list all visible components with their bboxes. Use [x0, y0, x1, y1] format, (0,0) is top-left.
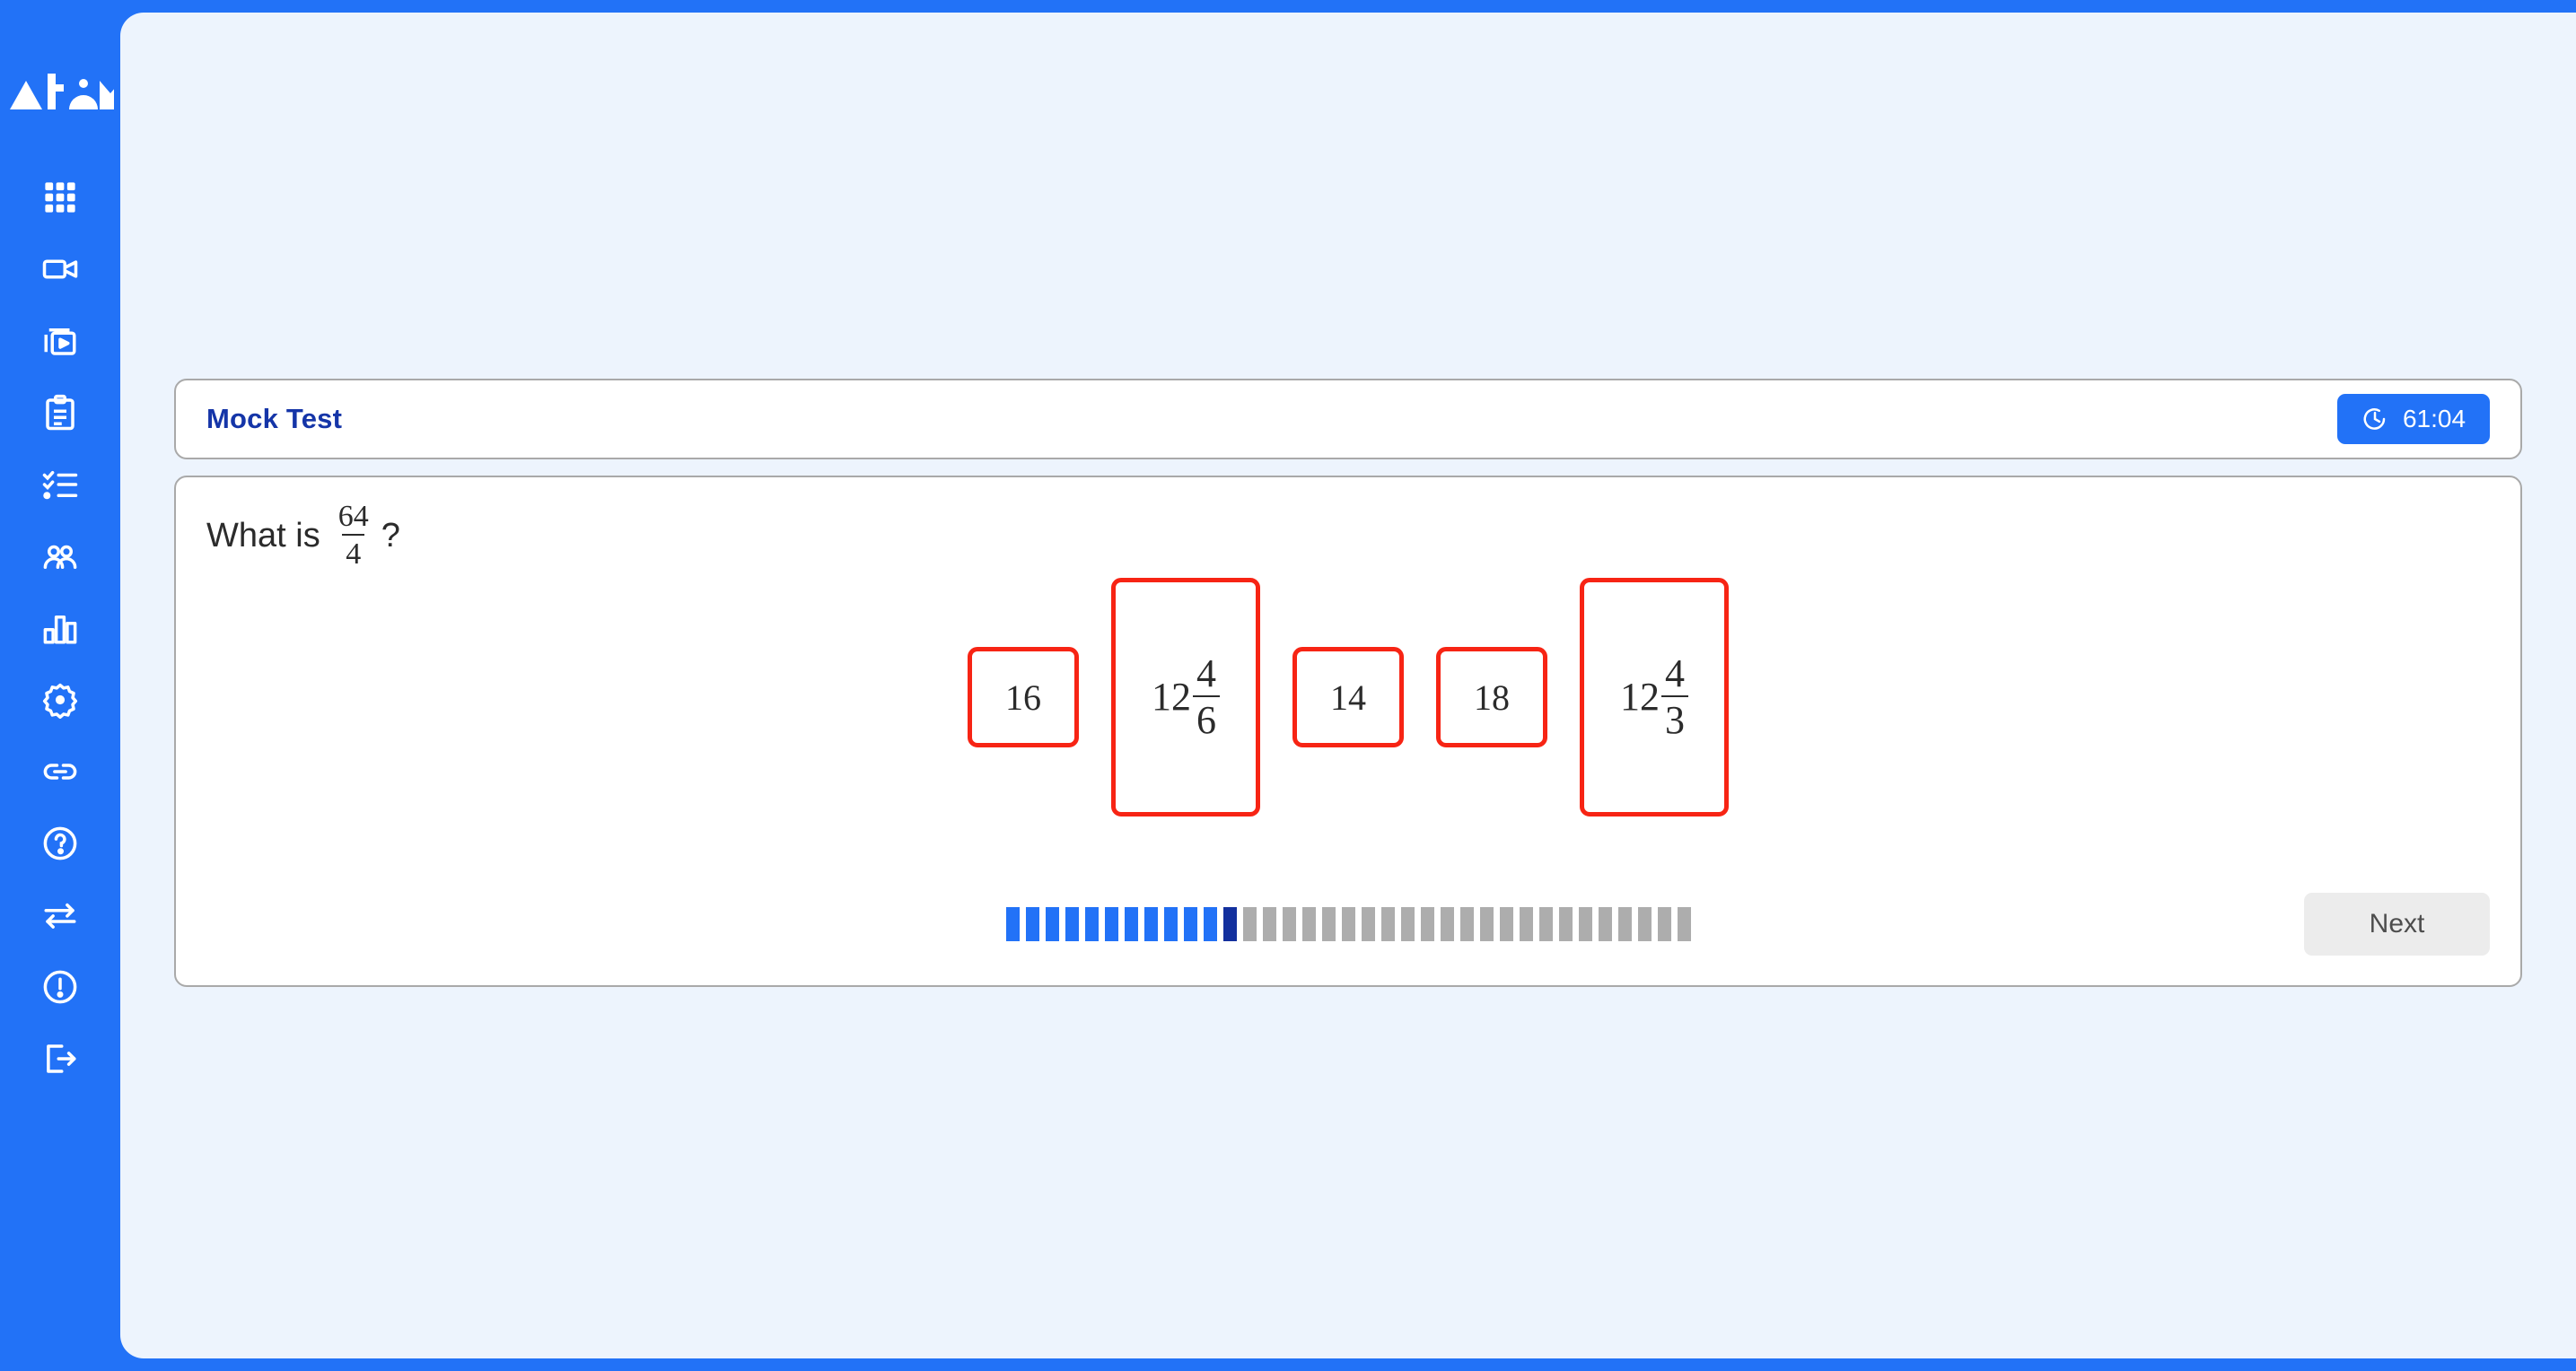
progress-segment[interactable]: [1519, 907, 1533, 941]
video-camera-icon: [42, 259, 78, 279]
sidebar-item-switch[interactable]: [24, 879, 96, 951]
link-icon: [43, 764, 77, 780]
question-footer: Next: [206, 883, 2490, 965]
progress-segment[interactable]: [1420, 907, 1434, 941]
option-fraction: 46: [1193, 654, 1220, 740]
logout-icon: [47, 1044, 76, 1073]
answer-option[interactable]: 12 4 3: [1580, 578, 1729, 816]
question-card: What is 64 4 ? 16 12 4 6 14 18 12 4 3 Next: [174, 476, 2522, 987]
test-header-card: Mock Test 61:04: [174, 379, 2522, 459]
sidebar: [0, 0, 120, 1371]
progress-segment[interactable]: [1361, 907, 1375, 941]
progress-segment[interactable]: [1558, 907, 1573, 941]
option-denominator: 6: [1193, 695, 1220, 740]
sidebar-item-dashboard[interactable]: [24, 162, 96, 233]
app-root: Mock Test 61:04 What is 64 4 ? 16 12 4 6…: [0, 0, 2576, 1371]
mixed-whole: 12: [1152, 675, 1191, 719]
page-title: Mock Test: [206, 403, 343, 434]
progress-segment[interactable]: [1104, 907, 1118, 941]
progress-segment[interactable]: [1677, 907, 1691, 941]
video-library-icon: [44, 328, 76, 355]
progress-segment[interactable]: [1124, 907, 1138, 941]
mixed-whole: 12: [1620, 675, 1660, 719]
question-prefix: What is: [206, 516, 320, 555]
atom-logo[interactable]: [6, 65, 114, 120]
users-icon: [43, 545, 77, 569]
mixed-number: 12 4 3: [1620, 654, 1688, 740]
progress-segment[interactable]: [1005, 907, 1020, 941]
progress-segment[interactable]: [1025, 907, 1039, 941]
option-value: 18: [1474, 677, 1510, 718]
sidebar-item-live-class[interactable]: [24, 233, 96, 305]
progress-segment[interactable]: [1459, 907, 1474, 941]
option-numerator: 4: [1665, 651, 1685, 695]
answer-options: 16 12 4 6 14 18 12 4 3: [176, 558, 2520, 836]
main-panel: Mock Test 61:04 What is 64 4 ? 16 12 4 6…: [120, 13, 2576, 1358]
sidebar-nav: [24, 162, 96, 1095]
progress-segment[interactable]: [1341, 907, 1355, 941]
fraction-numerator: 64: [337, 500, 369, 533]
mixed-number: 12 4 6: [1152, 654, 1220, 740]
sidebar-item-links[interactable]: [24, 736, 96, 808]
sidebar-item-reports[interactable]: [24, 592, 96, 664]
progress-segment[interactable]: [1143, 907, 1158, 941]
gear-icon: [42, 683, 78, 719]
progress-segment[interactable]: [1657, 907, 1671, 941]
answer-option[interactable]: 16: [968, 647, 1079, 747]
grid-icon: [45, 182, 75, 213]
bar-chart-icon: [43, 616, 77, 644]
progress-segment[interactable]: [1479, 907, 1494, 941]
sidebar-item-assignments[interactable]: [24, 377, 96, 449]
timer-value: 61:04: [2402, 405, 2466, 432]
sidebar-item-tasks[interactable]: [24, 449, 96, 520]
answer-option[interactable]: 14: [1292, 647, 1404, 747]
sidebar-item-alerts[interactable]: [24, 951, 96, 1023]
progress-segment[interactable]: [1222, 907, 1237, 941]
progress-segment[interactable]: [1301, 907, 1316, 941]
test-content: Mock Test 61:04 What is 64 4 ? 16 12 4 6…: [174, 379, 2522, 987]
answer-option[interactable]: 12 4 6: [1111, 578, 1260, 816]
progress-segment[interactable]: [1321, 907, 1336, 941]
checklist-icon: [42, 470, 78, 500]
progress-segment[interactable]: [1282, 907, 1296, 941]
clipboard-icon: [46, 394, 74, 431]
option-denominator: 3: [1661, 695, 1688, 740]
progress-segment[interactable]: [1045, 907, 1059, 941]
option-value: 16: [1005, 677, 1041, 718]
alert-circle-icon: [43, 970, 77, 1004]
question-suffix: ?: [381, 516, 400, 555]
progress-segment[interactable]: [1440, 907, 1454, 941]
progress-segment[interactable]: [1617, 907, 1632, 941]
timer-badge[interactable]: 61:04: [2337, 394, 2490, 444]
stopwatch-icon: [2363, 408, 2386, 430]
progress-segment[interactable]: [1380, 907, 1395, 941]
help-circle-icon: [43, 826, 77, 860]
sidebar-item-settings[interactable]: [24, 664, 96, 736]
progress-segment[interactable]: [1499, 907, 1513, 941]
progress-segment[interactable]: [1183, 907, 1197, 941]
sidebar-item-students[interactable]: [24, 520, 96, 592]
option-fraction: 43: [1661, 654, 1688, 740]
progress-segment[interactable]: [1578, 907, 1592, 941]
progress-segment[interactable]: [1163, 907, 1178, 941]
sidebar-item-logout[interactable]: [24, 1023, 96, 1095]
progress-segment[interactable]: [1065, 907, 1079, 941]
progress-segment[interactable]: [1262, 907, 1276, 941]
answer-option[interactable]: 18: [1436, 647, 1547, 747]
progress-segment[interactable]: [1203, 907, 1217, 941]
progress-segment[interactable]: [1084, 907, 1099, 941]
option-value: 14: [1330, 677, 1366, 718]
progress-indicator: [206, 907, 2490, 941]
option-numerator: 4: [1196, 651, 1216, 695]
sidebar-item-recordings[interactable]: [24, 305, 96, 377]
swap-arrows-icon: [44, 903, 76, 929]
next-button[interactable]: Next: [2304, 893, 2490, 956]
progress-segment[interactable]: [1598, 907, 1612, 941]
progress-segment[interactable]: [1242, 907, 1257, 941]
progress-segment[interactable]: [1637, 907, 1652, 941]
progress-segment[interactable]: [1400, 907, 1415, 941]
sidebar-item-help[interactable]: [24, 808, 96, 879]
progress-segment[interactable]: [1538, 907, 1553, 941]
